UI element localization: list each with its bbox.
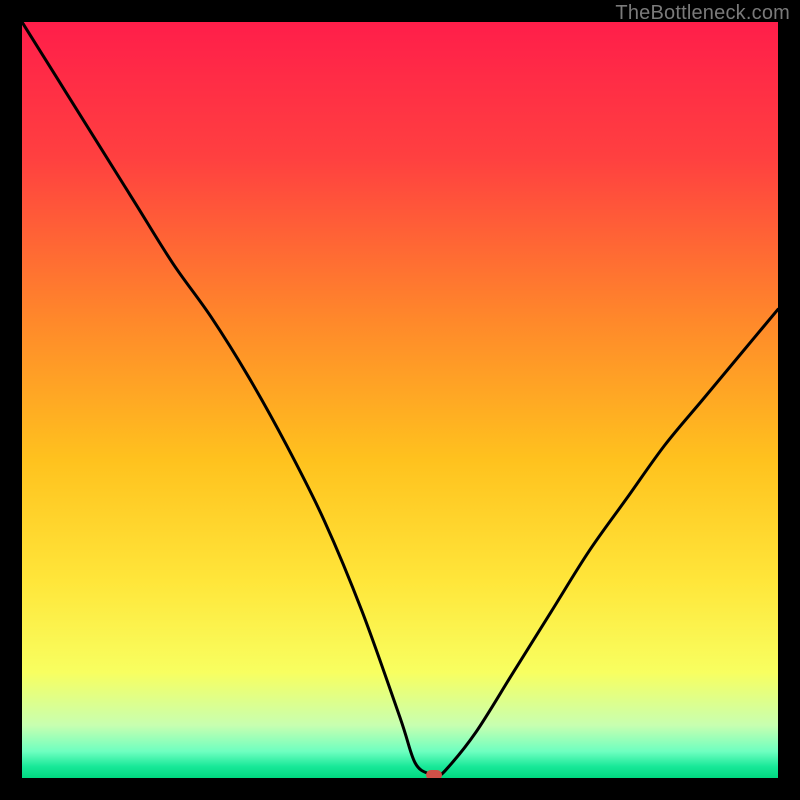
bottleneck-chart [22,22,778,778]
optimal-marker [426,770,442,778]
chart-frame [22,22,778,778]
gradient-background [22,22,778,778]
